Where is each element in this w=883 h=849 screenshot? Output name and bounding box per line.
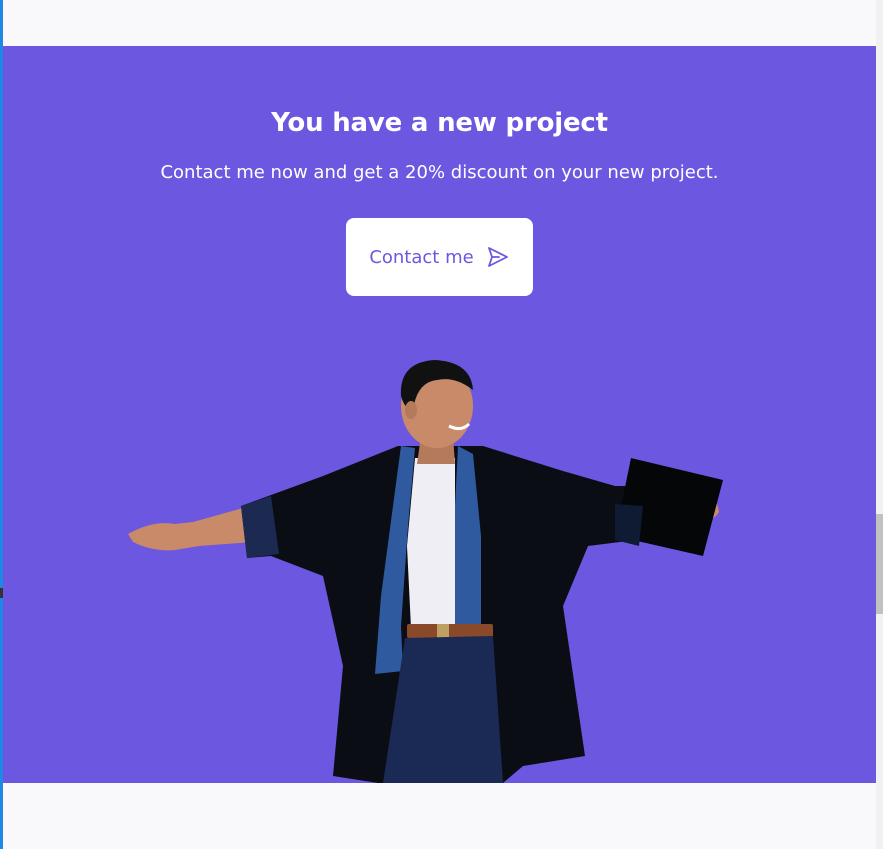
- contact-banner: You have a new project Contact me now an…: [3, 46, 876, 783]
- graduate-left-hand: [128, 508, 253, 551]
- page-scrollbar[interactable]: [876, 0, 883, 849]
- graduate-photo: [128, 360, 723, 783]
- banner-title: You have a new project: [271, 108, 608, 138]
- contact-me-label: Contact me: [369, 246, 474, 268]
- graduate-shirt: [407, 458, 455, 628]
- banner-subtitle: Contact me now and get a 20% discount on…: [160, 162, 719, 183]
- contact-me-button[interactable]: Contact me: [346, 218, 533, 296]
- page-viewport: You have a new project Contact me now an…: [0, 0, 883, 849]
- send-icon: [486, 245, 510, 269]
- scrollbar-thumb[interactable]: [876, 514, 883, 614]
